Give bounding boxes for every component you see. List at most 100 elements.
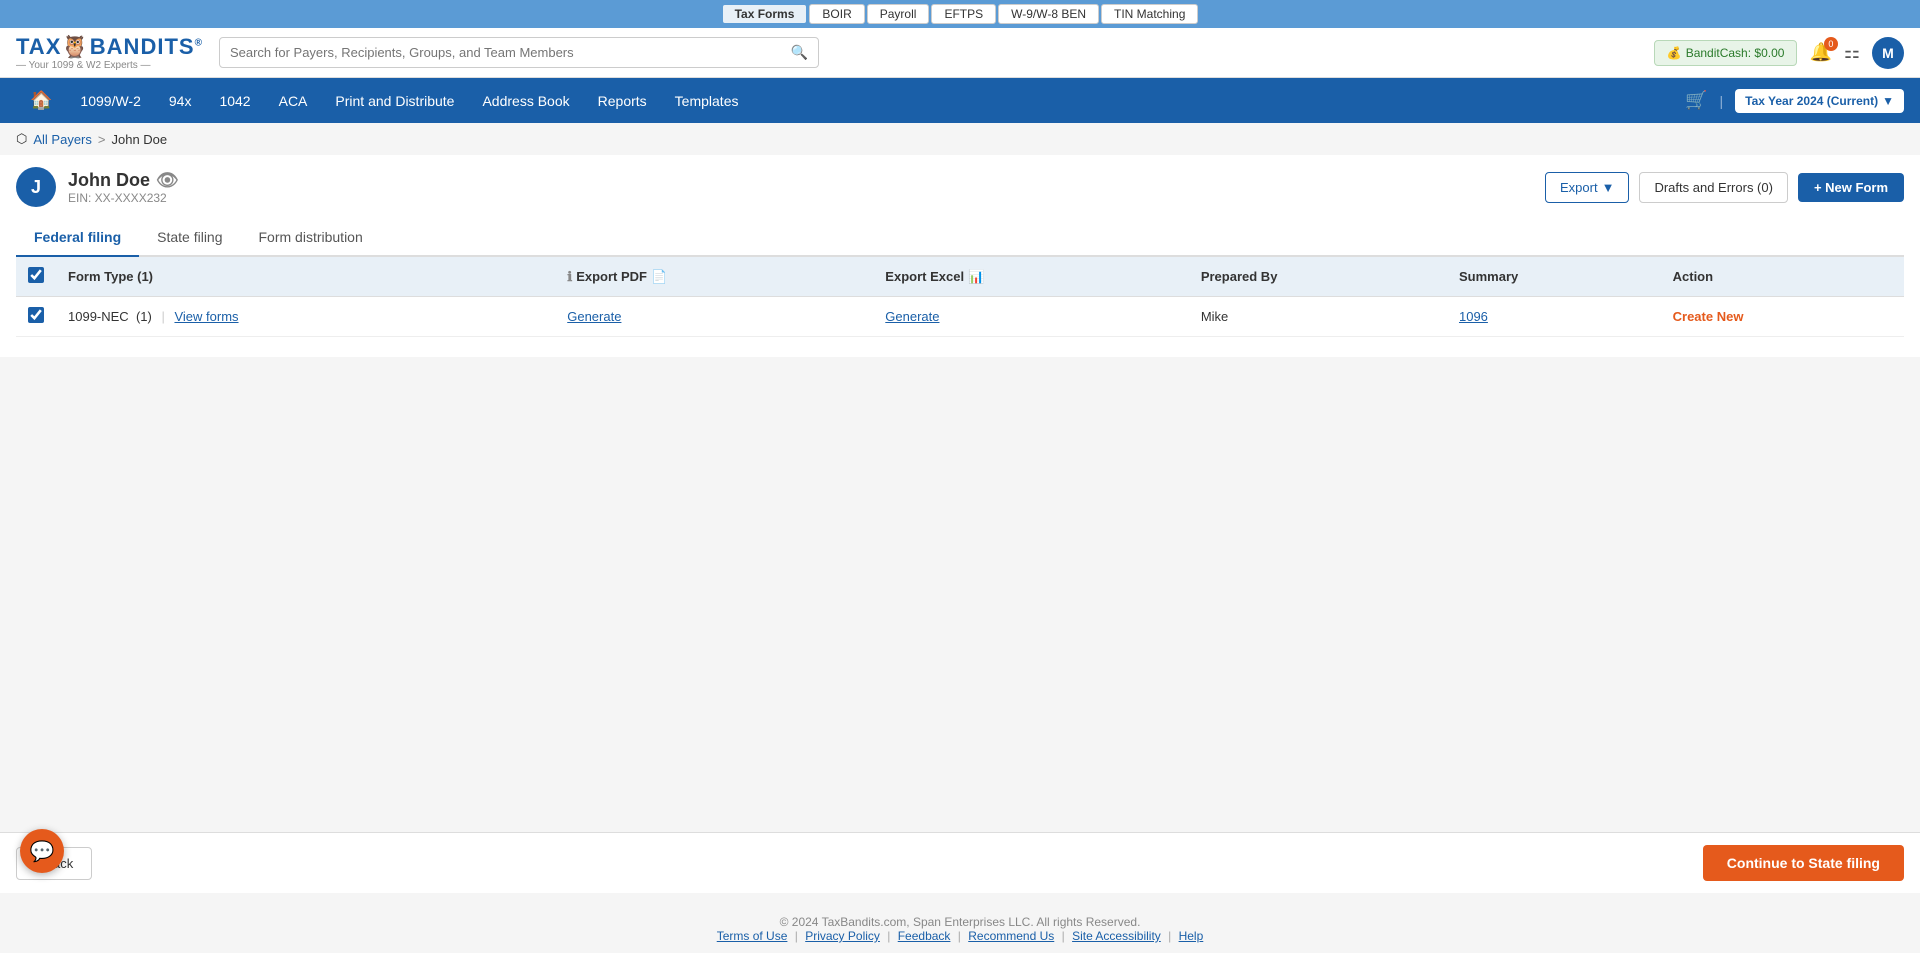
nav-94x[interactable]: 94x <box>155 81 206 121</box>
home-button[interactable]: 🏠 <box>16 78 66 123</box>
form-type-label: 1099-NEC <box>68 309 129 324</box>
nav-divider: | <box>1720 93 1724 109</box>
forms-table: Form Type (1) ℹ Export PDF 📄 Export Exce… <box>16 257 1904 337</box>
nav-reports[interactable]: Reports <box>584 81 661 121</box>
th-action: Action <box>1661 257 1904 297</box>
summary-1096-link[interactable]: 1096 <box>1459 309 1488 324</box>
help-link[interactable]: Help <box>1179 929 1204 943</box>
search-icon: 🔍 <box>791 44 808 61</box>
tabs: Federal filing State filing Form distrib… <box>16 219 1904 257</box>
content-area: J John Doe 👁 EIN: XX-XXXX232 Export ▼ Dr… <box>0 155 1920 357</box>
row-export-excel-cell: Generate <box>873 297 1189 337</box>
nav-templates[interactable]: Templates <box>661 81 753 121</box>
search-bar[interactable]: 🔍 <box>219 37 819 68</box>
cart-icon[interactable]: 🛒 <box>1685 90 1707 111</box>
topbar-w9-w8ben[interactable]: W-9/W-8 BEN <box>998 4 1099 24</box>
main-nav: 🏠 1099/W-2 94x 1042 ACA Print and Distri… <box>0 78 1920 123</box>
chat-bubble[interactable]: 💬 <box>20 829 64 873</box>
nav-address-book[interactable]: Address Book <box>468 81 583 121</box>
payer-avatar: J <box>16 167 56 207</box>
breadcrumb-separator: > <box>98 132 106 147</box>
create-new-link[interactable]: Create New <box>1673 309 1744 324</box>
export-button[interactable]: Export ▼ <box>1545 172 1629 203</box>
payer-ein: EIN: XX-XXXX232 <box>68 191 179 205</box>
th-form-type: Form Type (1) <box>56 257 555 297</box>
th-summary: Summary <box>1447 257 1661 297</box>
nav-right: 🛒 | Tax Year 2024 (Current) ▼ <box>1685 89 1904 113</box>
top-bar: Tax Forms BOIR Payroll EFTPS W-9/W-8 BEN… <box>0 0 1920 28</box>
th-prepared-by: Prepared By <box>1189 257 1447 297</box>
topbar-boir[interactable]: BOIR <box>809 4 864 24</box>
tab-federal-filing[interactable]: Federal filing <box>16 219 139 257</box>
eye-icon[interactable]: 👁 <box>156 170 179 191</box>
payer-name: John Doe 👁 <box>68 170 179 191</box>
row-checkbox-cell <box>16 297 56 337</box>
bandit-cash[interactable]: 💰 BanditCash: $0.00 <box>1654 40 1798 66</box>
row-prepared-by-cell: Mike <box>1189 297 1447 337</box>
footer: © 2024 TaxBandits.com, Span Enterprises … <box>0 905 1920 953</box>
nav-print-distribute[interactable]: Print and Distribute <box>321 81 468 121</box>
breadcrumb: ⬡ All Payers > John Doe <box>0 123 1920 155</box>
privacy-policy-link[interactable]: Privacy Policy <box>805 929 880 943</box>
site-accessibility-link[interactable]: Site Accessibility <box>1072 929 1161 943</box>
export-dropdown-icon: ▼ <box>1602 180 1615 195</box>
tab-form-distribution[interactable]: Form distribution <box>241 219 381 257</box>
view-forms-link[interactable]: View forms <box>174 309 238 324</box>
topbar-eftps[interactable]: EFTPS <box>931 4 996 24</box>
drafts-errors-button[interactable]: Drafts and Errors (0) <box>1639 172 1787 203</box>
logo-subtitle: — Your 1099 & W2 Experts — <box>16 60 151 71</box>
payer-actions: Export ▼ Drafts and Errors (0) + New For… <box>1545 172 1904 203</box>
notification-bell[interactable]: 🔔 0 <box>1809 42 1831 63</box>
nav-1099-w2[interactable]: 1099/W-2 <box>66 81 154 121</box>
header: TAX🦉BANDITS® — Your 1099 & W2 Experts — … <box>0 28 1920 78</box>
new-form-button[interactable]: + New Form <box>1798 173 1904 202</box>
topbar-payroll[interactable]: Payroll <box>867 4 930 24</box>
select-all-checkbox[interactable] <box>28 267 44 283</box>
row-summary-cell: 1096 <box>1447 297 1661 337</box>
row-form-type-cell: 1099-NEC (1) | View forms <box>56 297 555 337</box>
bottom-bar: ‹ Back Continue to State filing <box>0 832 1920 893</box>
chevron-down-icon: ▼ <box>1882 94 1894 108</box>
recommend-us-link[interactable]: Recommend Us <box>968 929 1054 943</box>
tax-year-label: Tax Year 2024 (Current) <box>1745 94 1878 108</box>
copyright: © 2024 TaxBandits.com, Span Enterprises … <box>10 915 1910 929</box>
topbar-tin-matching[interactable]: TIN Matching <box>1101 4 1198 24</box>
excel-file-icon: 📊 <box>968 269 984 285</box>
th-export-excel: Export Excel 📊 <box>873 257 1189 297</box>
feedback-link[interactable]: Feedback <box>898 929 951 943</box>
apps-grid-icon[interactable]: ⚏ <box>1844 42 1860 63</box>
breadcrumb-all-payers[interactable]: All Payers <box>33 132 92 147</box>
generate-excel-link[interactable]: Generate <box>885 309 939 324</box>
info-icon: ℹ <box>567 269 572 285</box>
row-action-cell: Create New <box>1661 297 1904 337</box>
notification-badge: 0 <box>1824 37 1838 51</box>
logo: TAX🦉BANDITS® <box>16 34 203 60</box>
avatar[interactable]: M <box>1872 37 1904 69</box>
bandit-cash-icon: 💰 <box>1667 46 1682 60</box>
breadcrumb-pages-icon: ⬡ <box>16 131 27 147</box>
tab-state-filing[interactable]: State filing <box>139 219 240 257</box>
generate-pdf-link[interactable]: Generate <box>567 309 621 324</box>
nav-1042[interactable]: 1042 <box>205 81 264 121</box>
table-row: 1099-NEC (1) | View forms Generate Gener… <box>16 297 1904 337</box>
terms-of-use-link[interactable]: Terms of Use <box>717 929 788 943</box>
row-checkbox[interactable] <box>28 307 44 323</box>
nav-aca[interactable]: ACA <box>265 81 322 121</box>
th-export-pdf: ℹ Export PDF 📄 <box>555 257 873 297</box>
tax-year-button[interactable]: Tax Year 2024 (Current) ▼ <box>1735 89 1904 113</box>
pdf-file-icon: 📄 <box>651 269 667 285</box>
payer-info: John Doe 👁 EIN: XX-XXXX232 <box>68 170 179 205</box>
export-label: Export <box>1560 180 1598 195</box>
footer-links: Terms of Use | Privacy Policy | Feedback… <box>10 929 1910 943</box>
header-actions: 💰 BanditCash: $0.00 🔔 0 ⚏ M <box>1654 37 1904 69</box>
search-input[interactable] <box>230 45 791 60</box>
table-header-row: Form Type (1) ℹ Export PDF 📄 Export Exce… <box>16 257 1904 297</box>
forms-table-container: Form Type (1) ℹ Export PDF 📄 Export Exce… <box>16 257 1904 337</box>
payer-header: J John Doe 👁 EIN: XX-XXXX232 Export ▼ Dr… <box>16 155 1904 207</box>
continue-state-filing-button[interactable]: Continue to State filing <box>1703 845 1904 881</box>
breadcrumb-current: John Doe <box>111 132 167 147</box>
topbar-tax-forms[interactable]: Tax Forms <box>722 4 808 24</box>
logo-area: TAX🦉BANDITS® — Your 1099 & W2 Experts — <box>16 34 203 71</box>
th-checkbox <box>16 257 56 297</box>
row-export-pdf-cell: Generate <box>555 297 873 337</box>
